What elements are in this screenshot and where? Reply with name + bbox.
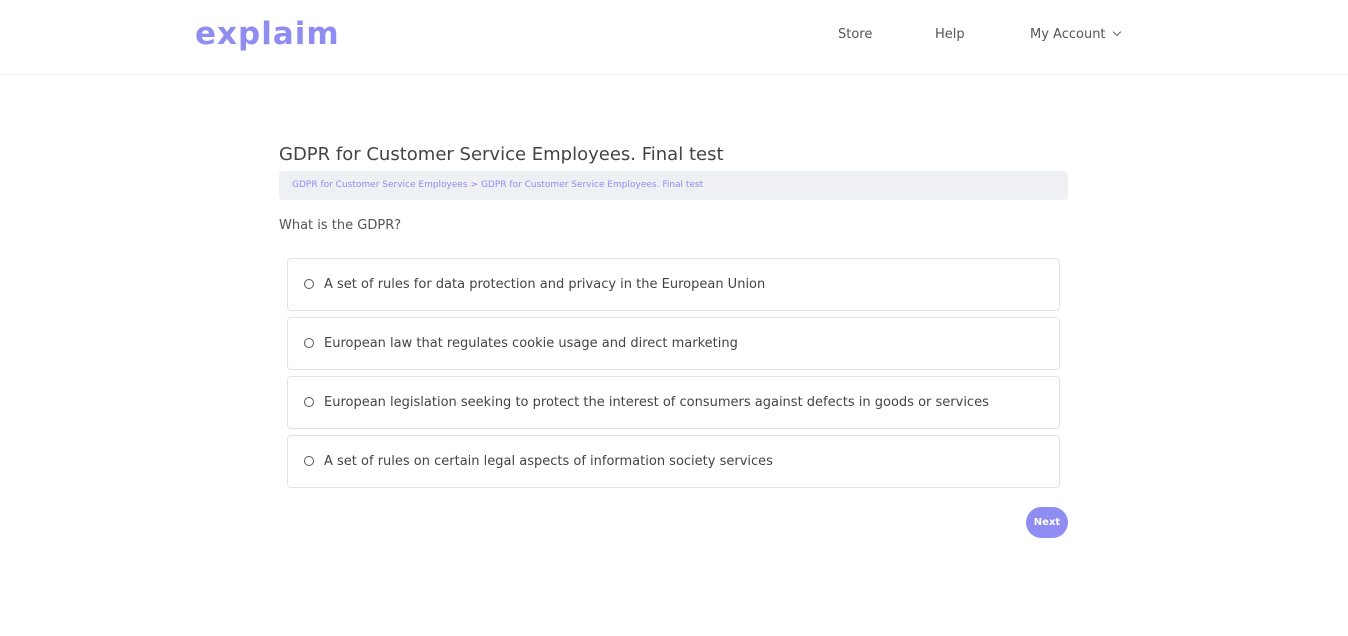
breadcrumb-separator: > [470,180,479,190]
radio-button-icon[interactable] [304,456,314,466]
answer-option-1[interactable]: A set of rules for data protection and p… [287,258,1060,311]
answer-option-3[interactable]: European legislation seeking to protect … [287,376,1060,429]
answer-option-label: A set of rules for data protection and p… [324,277,766,292]
radio-button-icon[interactable] [304,397,314,407]
answer-option-label: A set of rules on certain legal aspects … [324,454,773,469]
breadcrumb-link-course[interactable]: GDPR for Customer Service Employees [292,180,468,190]
answer-option-label: European legislation seeking to protect … [324,395,989,410]
answer-option-label: European law that regulates cookie usage… [324,336,738,351]
site-header: explaim Store Help My Account [0,0,1348,75]
radio-button-icon[interactable] [304,279,314,289]
chevron-down-icon [1112,27,1121,37]
question-text: What is the GDPR? [279,218,402,233]
page-title: GDPR for Customer Service Employees. Fin… [279,144,724,165]
explaim-logo[interactable]: explaim [195,14,340,54]
nav-store-link[interactable]: Store [838,26,872,44]
my-account-label: My Account [1030,27,1106,42]
nav-my-account-dropdown[interactable]: My Account [1030,26,1121,44]
radio-button-icon[interactable] [304,338,314,348]
breadcrumb-link-final-test[interactable]: GDPR for Customer Service Employees. Fin… [481,180,703,190]
nav-help-link[interactable]: Help [935,26,965,44]
next-button[interactable]: Next [1026,507,1068,538]
breadcrumb: GDPR for Customer Service Employees > GD… [279,171,1068,200]
answer-option-2[interactable]: European law that regulates cookie usage… [287,317,1060,370]
answer-option-4[interactable]: A set of rules on certain legal aspects … [287,435,1060,488]
